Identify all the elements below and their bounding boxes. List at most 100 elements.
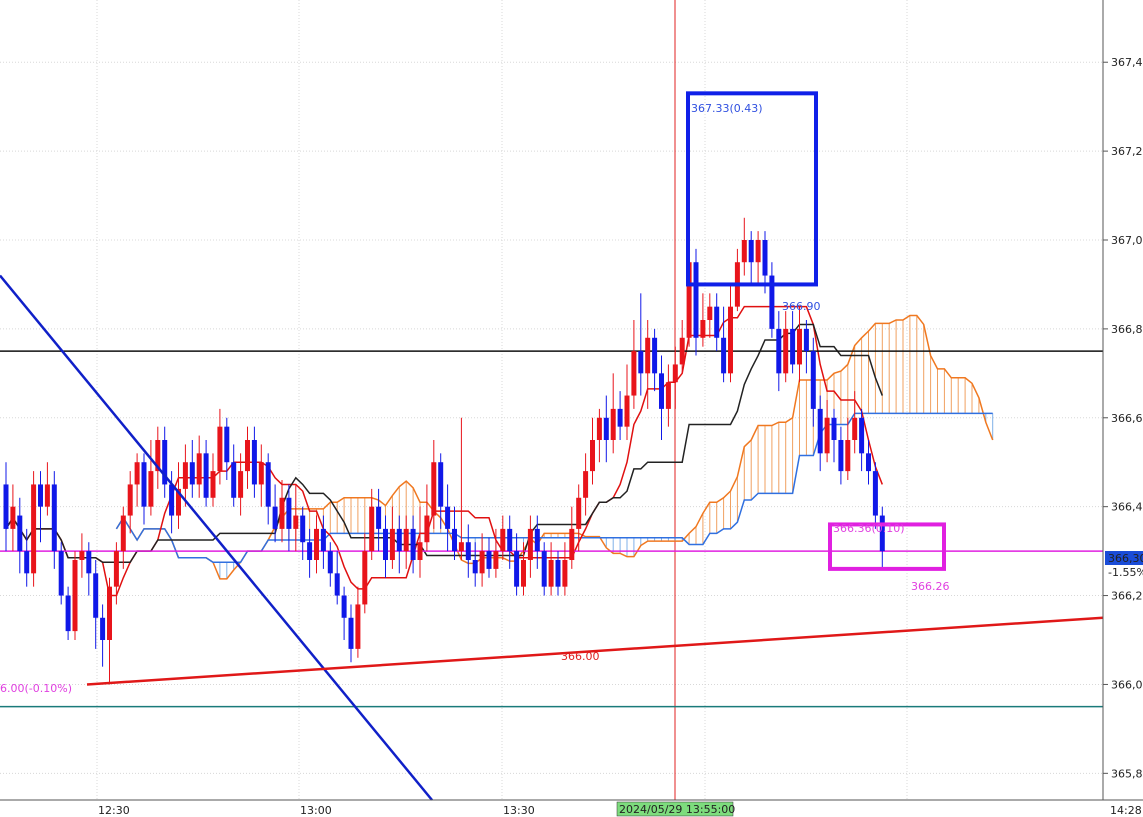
- candle-body: [631, 351, 637, 396]
- candle-body: [403, 528, 409, 552]
- candle-body: [100, 617, 106, 640]
- candle-body: [672, 364, 678, 383]
- candle-body: [479, 551, 485, 574]
- candle-body: [755, 240, 761, 263]
- candle-body: [141, 462, 147, 507]
- candle-body: [169, 484, 175, 516]
- pink-low-label: 366.26: [911, 580, 950, 593]
- candle-body: [803, 328, 809, 352]
- candle-body: [355, 604, 361, 649]
- candle-body: [521, 560, 526, 587]
- candle-body: [293, 515, 299, 529]
- candle-body: [652, 337, 658, 374]
- y-tick-label: 366,60: [1111, 412, 1143, 425]
- candle-body: [431, 462, 437, 516]
- candle-body: [348, 617, 354, 649]
- candle-body: [845, 440, 851, 472]
- candle-body: [500, 528, 506, 552]
- box-low-label: 366.90: [782, 300, 821, 313]
- candle-body: [113, 551, 119, 587]
- candle-body: [389, 528, 395, 560]
- candle-body: [748, 240, 754, 263]
- time-axis: 12:30 13:00 13:30 14:28 2024/05/29 13:55…: [0, 799, 1143, 817]
- candle-body: [514, 551, 520, 587]
- candle-body: [44, 484, 50, 507]
- candle-body: [134, 462, 140, 485]
- candle-body: [272, 506, 278, 529]
- candle-body: [534, 528, 540, 552]
- candle-body: [548, 560, 554, 587]
- y-tick-label: 367,00: [1111, 234, 1143, 247]
- candle-body: [417, 542, 423, 560]
- candle-body: [72, 560, 78, 632]
- y-tick-label: 366,80: [1111, 323, 1143, 336]
- candle-body: [541, 551, 547, 587]
- candle-body: [472, 560, 478, 574]
- y-tick-label: 365,80: [1111, 767, 1143, 780]
- pink-high-label: 366.36(0.10): [833, 522, 905, 535]
- candle-body: [617, 408, 623, 427]
- candle-body: [148, 471, 154, 507]
- candle-body: [831, 417, 837, 440]
- candle-body: [410, 528, 416, 560]
- candles: [3, 217, 885, 685]
- candle-body: [38, 484, 43, 507]
- candle-body: [507, 528, 513, 552]
- candle-body: [817, 408, 823, 454]
- candle-body: [24, 551, 30, 574]
- candle-body: [320, 528, 326, 552]
- candle-body: [341, 595, 347, 618]
- candle-body: [265, 462, 271, 507]
- candle-body: [107, 586, 112, 640]
- current-change-label: -1.55%: [1108, 566, 1143, 579]
- y-tick-label: 366,40: [1111, 501, 1143, 514]
- candle-body: [659, 373, 664, 409]
- candle-body: [596, 417, 602, 440]
- candle-body: [127, 484, 133, 516]
- candle-body: [679, 337, 685, 365]
- candle-body: [583, 471, 589, 498]
- candle-body: [465, 542, 471, 560]
- candle-body: [65, 595, 71, 632]
- candle-body: [866, 453, 871, 472]
- candle-body: [307, 542, 313, 560]
- candle-body: [790, 328, 796, 365]
- candle-body: [196, 453, 202, 485]
- candle-body: [721, 337, 727, 374]
- candle-body: [555, 560, 561, 587]
- y-tick-label: 366,00: [1111, 678, 1143, 691]
- candle-body: [383, 528, 388, 560]
- candle-body: [527, 528, 533, 560]
- candle-body: [258, 462, 264, 485]
- price-axis: 366,30 -1.55% 367,40 367,20 367,00 366,80 36…: [1102, 0, 1143, 800]
- candle-body: [120, 515, 126, 552]
- candle-body: [10, 506, 16, 529]
- candle-body: [369, 506, 375, 552]
- candle-body: [203, 453, 209, 498]
- left-label: 6.00(-0.10%): [0, 682, 72, 695]
- candle-body: [776, 328, 782, 374]
- candle-body: [424, 515, 430, 543]
- candle-body: [51, 484, 57, 552]
- candle-body: [396, 528, 402, 552]
- candle-body: [93, 573, 99, 618]
- candle-body: [576, 497, 582, 529]
- cursor-time-label: 2024/05/29 13:55:00: [619, 803, 735, 816]
- time-label-1230: 12:30: [98, 804, 130, 817]
- candle-body: [251, 440, 257, 485]
- annotations: 367.33(0.43) 366.90 366.36(0.10) 366.26 …: [0, 102, 950, 695]
- box-high-label: 367.33(0.43): [691, 102, 763, 115]
- candle-body: [562, 560, 568, 587]
- candle-body: [238, 471, 244, 498]
- candle-body: [445, 506, 451, 529]
- candle-body: [245, 440, 250, 472]
- candle-body: [693, 262, 699, 338]
- candle-body: [610, 408, 616, 440]
- candle-body: [86, 551, 92, 574]
- current-price-label: 366,30: [1108, 552, 1143, 565]
- candle-body: [852, 417, 858, 440]
- candle-body: [569, 528, 575, 560]
- candle-body: [638, 351, 644, 374]
- candle-body: [859, 417, 865, 454]
- candle-body: [210, 471, 216, 498]
